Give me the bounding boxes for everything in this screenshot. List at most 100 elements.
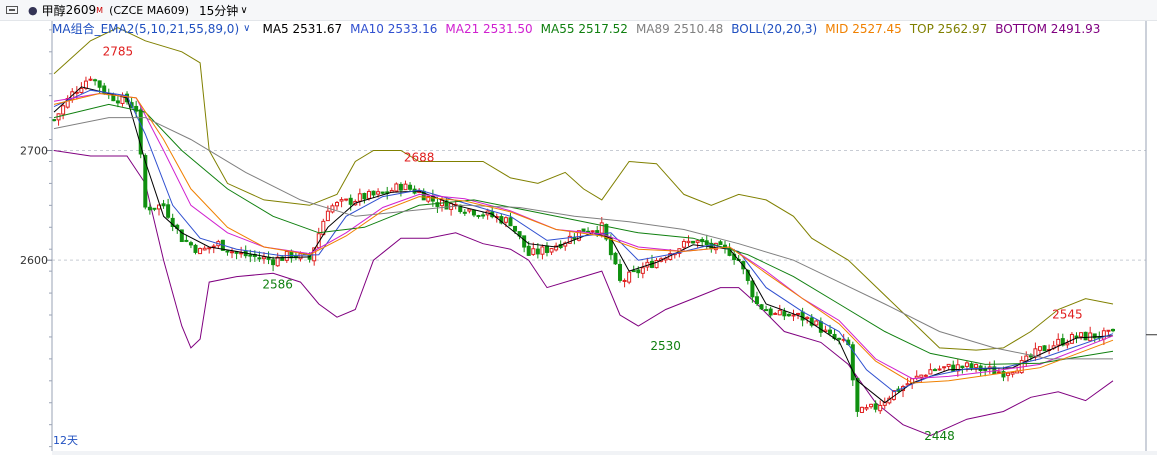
candle-body [974, 363, 979, 368]
candle-body [618, 263, 623, 281]
candle-body [188, 242, 193, 246]
price-chart[interactable]: 2785 2688 2586 2530 2448 2545 2700 2600 12天 [0, 0, 1157, 455]
indicator-chevron-down-icon[interactable]: ∨ [243, 23, 250, 34]
candle-body [202, 247, 207, 251]
candle-body [357, 193, 362, 202]
legend-ma55: MA55 2517.52 [540, 21, 628, 36]
candle-body [549, 248, 554, 253]
window-menu-icon[interactable] [6, 6, 18, 14]
price-annotation-2785: 2785 [103, 44, 134, 58]
candle-body [398, 183, 403, 191]
candle-body [476, 215, 481, 218]
indicator-legend: MA组合_EMA2(5,10,21,55,89,0) ∨ MA5 2531.67… [52, 20, 1108, 37]
candle-body [1106, 329, 1111, 332]
legend-mid: MID 2527.45 [825, 21, 902, 36]
candle-body [631, 270, 636, 273]
candle-body [211, 245, 216, 248]
candle-body [298, 253, 303, 260]
series-line-bottom [53, 150, 1114, 437]
candle-body [837, 337, 842, 340]
candle-body [691, 240, 696, 244]
time-range-label: 12天 [53, 434, 78, 447]
candle-body [786, 313, 791, 317]
candle-body [996, 371, 1001, 374]
candle-body [983, 368, 988, 371]
period-chevron-down-icon[interactable]: ∨ [240, 5, 247, 16]
candle-body [462, 211, 467, 214]
candle-body [960, 365, 965, 369]
candle-body [796, 312, 801, 315]
candle-body [768, 308, 773, 316]
candle-body [166, 204, 171, 218]
legend-ma10: MA10 2533.16 [350, 21, 438, 36]
candle-body [581, 228, 586, 232]
candle-body [764, 309, 769, 312]
candle-body [919, 374, 924, 378]
candle-body [184, 239, 189, 242]
candle-body [344, 198, 349, 201]
candle-body [1037, 346, 1042, 351]
candle-body [257, 257, 262, 260]
candle-body [335, 201, 340, 207]
candle-body [1079, 332, 1084, 338]
chart-title-bar: ● 甲醇 2609 M (CZCE MA609) 15分钟 ∨ [0, 0, 1157, 21]
series-line-mid [53, 92, 1114, 384]
candle-body [695, 240, 700, 243]
candle-body [234, 251, 239, 254]
candle-body [261, 256, 266, 260]
candle-body [864, 407, 869, 410]
candle-body [83, 80, 88, 89]
candle-body [1111, 328, 1115, 332]
candle-body [814, 320, 819, 326]
candle-body [513, 225, 518, 232]
candle-body [380, 191, 385, 194]
candle-body [207, 247, 212, 250]
legend-bottom: BOTTOM 2491.93 [995, 21, 1101, 36]
candle-body [225, 250, 230, 253]
candle-body [526, 245, 531, 256]
candle-body [1010, 371, 1015, 375]
series-line-ma89 [53, 117, 1113, 360]
candle-body [1042, 345, 1047, 352]
candle-body [640, 267, 645, 274]
candle-body [508, 217, 513, 227]
candle-body [193, 244, 198, 253]
candle-body [613, 252, 618, 265]
y-tick-label: 2600 [20, 254, 48, 267]
candle-body [152, 207, 157, 210]
candle-body [362, 193, 367, 200]
chart-window: 2785 2688 2586 2530 2448 2545 2700 2600 12天 ● 甲… [0, 0, 1157, 455]
candle-body [93, 79, 98, 82]
indicator-selector[interactable]: MA组合_EMA2(5,10,21,55,89,0) [52, 20, 239, 37]
candle-body [800, 311, 805, 321]
candle-body [754, 296, 759, 305]
candle-body [928, 369, 933, 375]
candle-body [827, 329, 832, 334]
series-line-ma10 [53, 89, 1114, 393]
legend-top: TOP 2562.97 [909, 21, 988, 36]
price-annotation-2586: 2586 [262, 278, 293, 292]
candle-body [531, 248, 536, 255]
candle-body [544, 245, 549, 253]
candle-body [481, 214, 486, 217]
candle-body [1056, 338, 1061, 346]
candle-body [248, 254, 253, 257]
candle-body [932, 369, 937, 372]
candle-body [503, 217, 508, 223]
legend-ma21: MA21 2531.50 [445, 21, 533, 36]
period-selector[interactable]: 15分钟 [199, 2, 238, 19]
candle-body [750, 280, 755, 298]
candle-body [198, 248, 203, 255]
legend-ma5: MA5 2531.67 [262, 21, 343, 36]
candle-body [61, 105, 66, 115]
candle-body [791, 314, 796, 317]
candle-body [1101, 330, 1106, 340]
candle-body [595, 230, 600, 233]
candle-body [878, 404, 883, 412]
candle-body [777, 309, 782, 316]
candle-body [905, 383, 910, 386]
candle-body [855, 377, 860, 412]
candle-body [773, 312, 778, 315]
candle-body [271, 259, 276, 266]
price-annotation-2530: 2530 [650, 339, 681, 353]
